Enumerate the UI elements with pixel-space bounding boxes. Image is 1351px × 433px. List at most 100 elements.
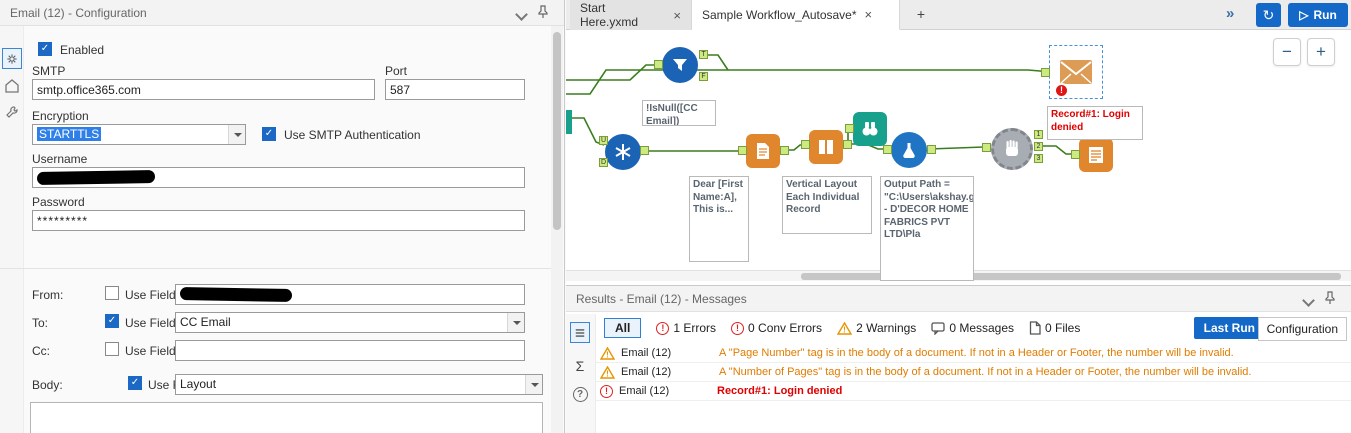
tab-overflow-button[interactable]: » (1226, 5, 1234, 22)
password-input[interactable] (32, 210, 525, 231)
svg-text:!: ! (606, 369, 609, 378)
filter-files[interactable]: 0 Files (1029, 321, 1080, 335)
filter-input-anchor[interactable] (654, 60, 663, 69)
warning-icon: ! (600, 365, 615, 379)
layout-annotation[interactable]: Vertical Layout Each Individual Record (782, 176, 872, 234)
union-input-anchor-d[interactable]: D (599, 158, 608, 167)
report-text-input-anchor[interactable] (738, 146, 747, 155)
filter-false-anchor[interactable]: F (699, 72, 708, 81)
browse-tool[interactable] (853, 112, 887, 146)
from-input[interactable] (175, 284, 525, 305)
collapse-chevron-icon[interactable] (1304, 296, 1313, 305)
filter-messages[interactable]: 0 Messages (931, 321, 1014, 335)
new-tab-button[interactable]: + (911, 6, 931, 24)
email-tool[interactable]: ! (1049, 45, 1103, 99)
enabled-checkbox[interactable]: ✓ (38, 42, 52, 56)
message-row[interactable]: ! Email (12) A "Number of Pages" tag is … (596, 363, 1351, 382)
run-button[interactable]: ▷ Run (1288, 3, 1348, 27)
error-icon: ! (656, 321, 670, 335)
cc-use-field-checkbox[interactable] (105, 342, 119, 356)
filter-all[interactable]: All (604, 318, 642, 338)
config-scrollbar[interactable] (551, 26, 563, 433)
configuration-tab[interactable]: Configuration (1257, 317, 1347, 341)
body-editor[interactable] (30, 402, 543, 433)
body-field-select[interactable]: Layout (175, 374, 543, 395)
from-use-field-checkbox[interactable] (105, 286, 119, 300)
layout-tool[interactable] (809, 130, 843, 164)
union-input-anchor-u[interactable]: U (599, 136, 608, 145)
render-annotation[interactable]: Output Path = "C:\Users\akshay.gupta\One… (880, 176, 974, 281)
filter-warnings[interactable]: ! 2 Warnings (837, 321, 916, 335)
username-input[interactable] (32, 167, 525, 188)
alteryx-designer-window: Email (12) - Configuration ✓ Enabled SMT… (0, 0, 1351, 433)
wrench-icon[interactable] (2, 102, 22, 122)
union-tool[interactable] (605, 134, 641, 170)
zoom-out-button[interactable]: − (1273, 38, 1301, 66)
snowflake-icon (615, 144, 631, 160)
encryption-select[interactable]: STARTTLS (32, 124, 246, 145)
block-output-anchor-3[interactable]: 3 (1034, 154, 1043, 163)
workflow-tab-bar: Start Here.yxmd × Sample Workflow_Autosa… (566, 0, 1351, 30)
render-input-anchor[interactable] (883, 145, 892, 154)
cc-input[interactable] (175, 340, 525, 361)
refresh-button[interactable]: ↻ (1256, 3, 1281, 27)
report-text-tool[interactable] (746, 134, 780, 168)
pin-icon[interactable] (536, 5, 552, 21)
filter-annotation[interactable]: !IsNull([CC Email]) (642, 100, 716, 126)
port-label: Port (385, 64, 408, 78)
chevron-down-icon[interactable] (228, 125, 245, 144)
union-output-anchor[interactable] (640, 146, 649, 155)
block-output-anchor-2[interactable]: 2 (1034, 142, 1043, 151)
gear-icon[interactable] (2, 48, 22, 69)
tab-sample-workflow[interactable]: Sample Workflow_Autosave* × (692, 0, 900, 30)
email-input-anchor[interactable] (1041, 68, 1050, 77)
chevron-down-icon[interactable] (525, 375, 542, 394)
error-badge-icon: ! (1054, 83, 1069, 98)
block-input-anchor[interactable] (982, 143, 991, 152)
collapse-chevron-icon[interactable] (517, 10, 526, 19)
filter-true-anchor[interactable]: T (699, 50, 708, 59)
report-output-input-anchor[interactable] (1071, 150, 1080, 159)
message-text: Record#1: Login denied (717, 385, 843, 397)
layout-output-anchor[interactable] (843, 140, 852, 149)
encryption-label: Encryption (32, 109, 89, 123)
last-run-tab[interactable]: Last Run (1193, 317, 1265, 339)
workflow-canvas[interactable]: T F !IsNull([CC Email]) U D Dear [First … (566, 30, 1351, 285)
messages-view-icon[interactable] (570, 322, 590, 343)
close-icon[interactable]: × (865, 7, 873, 22)
report-output-tool[interactable] (1079, 138, 1113, 172)
to-use-field-checkbox[interactable]: ✓ (105, 314, 119, 328)
tab-start-here[interactable]: Start Here.yxmd × (570, 0, 692, 30)
filter-conv-errors[interactable]: ! 0 Conv Errors (731, 321, 822, 335)
layout-input-anchor[interactable] (801, 140, 810, 149)
smtp-auth-checkbox[interactable]: ✓ (262, 127, 276, 141)
sigma-icon[interactable]: Σ (570, 356, 590, 376)
chevron-down-icon[interactable] (507, 313, 524, 332)
message-row[interactable]: ! Email (12) A "Page Number" tag is in t… (596, 344, 1351, 363)
results-panel-header: Results - Email (12) - Messages (566, 286, 1351, 312)
port-input[interactable] (385, 79, 525, 100)
help-icon[interactable]: ? (570, 384, 590, 404)
report-text-annotation[interactable]: Dear [First Name:A], This is... (689, 176, 749, 262)
browse-input-anchor[interactable] (845, 124, 854, 133)
close-icon[interactable]: × (673, 8, 681, 23)
block-until-done-tool[interactable] (991, 128, 1033, 170)
block-output-anchor-1[interactable]: 1 (1034, 130, 1043, 139)
report-text-output-anchor[interactable] (780, 146, 789, 155)
annotation-icon[interactable] (2, 76, 22, 96)
to-field-select[interactable]: CC Email (175, 312, 525, 333)
results-filter-toolbar: All ! 1 Errors ! 0 Conv Errors ! 2 Warni… (596, 314, 1351, 342)
config-scrollbar-thumb[interactable] (553, 32, 561, 230)
filter-tool[interactable] (662, 47, 698, 83)
body-use-field-checkbox[interactable]: ✓ (128, 376, 142, 390)
pin-icon[interactable] (1323, 291, 1339, 307)
email-error-annotation[interactable]: Record#1: Login denied (1047, 106, 1143, 140)
zoom-in-button[interactable]: + (1307, 38, 1335, 66)
partial-tool[interactable] (566, 110, 572, 134)
render-tool[interactable] (891, 132, 927, 168)
message-row[interactable]: ! Email (12) Record#1: Login denied (596, 382, 1351, 401)
smtp-input[interactable] (32, 79, 375, 100)
filter-errors[interactable]: ! 1 Errors (656, 321, 716, 335)
render-output-anchor[interactable] (927, 145, 936, 154)
configuration-panel-title: Email (12) - Configuration (10, 6, 147, 20)
